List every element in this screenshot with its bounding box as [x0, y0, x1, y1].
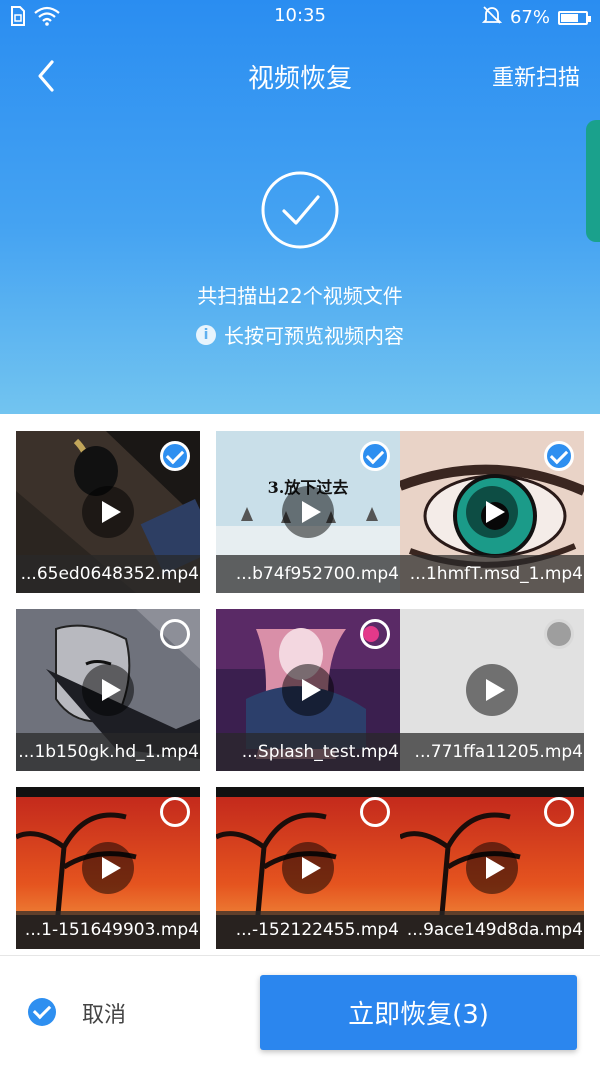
check-circle-icon — [260, 170, 340, 250]
rescan-button[interactable]: 重新扫描 — [492, 60, 580, 92]
nav-bar: 视频恢复 重新扫描 — [0, 44, 600, 108]
play-icon — [82, 664, 134, 716]
video-filename: ...65ed0648352.mp4 — [16, 555, 200, 593]
play-icon — [466, 664, 518, 716]
video-tile[interactable]: ...9ace149d8da.mp4 — [400, 787, 584, 949]
play-icon — [82, 486, 134, 538]
preview-hint: i 长按可预览视频内容 — [0, 320, 600, 349]
play-icon — [466, 842, 518, 894]
scan-result-text: 共扫描出22个视频文件 — [197, 284, 403, 308]
play-icon — [282, 664, 334, 716]
selected-check-icon[interactable] — [360, 441, 390, 471]
scan-header: 10:35 67% 视频恢复 重新扫描 共扫描出22个视频文件 i 长按可预览视… — [0, 0, 600, 414]
video-filename: ...-152122455.mp4 — [216, 911, 400, 949]
play-icon — [282, 486, 334, 538]
video-tile[interactable]: 3.放下过去 ...b74f952700.mp4 — [216, 431, 400, 593]
battery-percent: 67% — [509, 7, 550, 28]
video-filename: ...b74f952700.mp4 — [216, 555, 400, 593]
preview-hint-text: 长按可预览视频内容 — [224, 324, 404, 348]
select-checkbox[interactable] — [360, 619, 390, 649]
play-icon — [82, 842, 134, 894]
cancel-button[interactable]: 取消 — [82, 997, 126, 1029]
video-tile[interactable]: ...1b150gk.hd_1.mp4 — [16, 609, 200, 771]
video-filename: ...9ace149d8da.mp4 — [400, 911, 584, 949]
side-edge-handle[interactable] — [586, 120, 600, 242]
video-tile[interactable]: ...1-151649903.mp4 — [16, 787, 200, 949]
video-filename: ...771ffa11205.mp4 — [400, 733, 584, 771]
video-tile[interactable]: ...Splash_test.mp4 — [216, 609, 400, 771]
play-icon — [282, 842, 334, 894]
video-filename: ...Splash_test.mp4 — [216, 733, 400, 771]
select-checkbox[interactable] — [544, 619, 574, 649]
silent-bell-icon — [481, 5, 503, 30]
selected-check-icon[interactable] — [160, 441, 190, 471]
video-tile[interactable]: ...1hmfT.msd_1.mp4 — [400, 431, 584, 593]
select-checkbox[interactable] — [544, 797, 574, 827]
action-footer: 取消 立即恢复(3) — [0, 955, 600, 1067]
video-filename: ...1hmfT.msd_1.mp4 — [400, 555, 584, 593]
select-checkbox[interactable] — [360, 797, 390, 827]
select-checkbox[interactable] — [160, 619, 190, 649]
recover-now-button[interactable]: 立即恢复(3) — [260, 975, 577, 1050]
select-all-checkbox[interactable] — [28, 998, 56, 1026]
video-filename: ...1-151649903.mp4 — [16, 911, 200, 949]
video-tile[interactable]: ...-152122455.mp4 — [216, 787, 400, 949]
battery-level — [561, 13, 579, 22]
video-tile[interactable]: ...65ed0648352.mp4 — [16, 431, 200, 593]
status-bar: 10:35 67% — [0, 0, 600, 34]
select-checkbox[interactable] — [160, 797, 190, 827]
video-grid: ...65ed0648352.mp4 3.放下过去 ...b74f952700.… — [16, 431, 584, 951]
info-icon: i — [196, 324, 216, 345]
battery-icon — [558, 10, 591, 25]
video-filename: ...1b150gk.hd_1.mp4 — [16, 733, 200, 771]
video-tile[interactable]: ...771ffa11205.mp4 — [400, 609, 584, 771]
selected-check-icon[interactable] — [544, 441, 574, 471]
play-icon — [466, 486, 518, 538]
